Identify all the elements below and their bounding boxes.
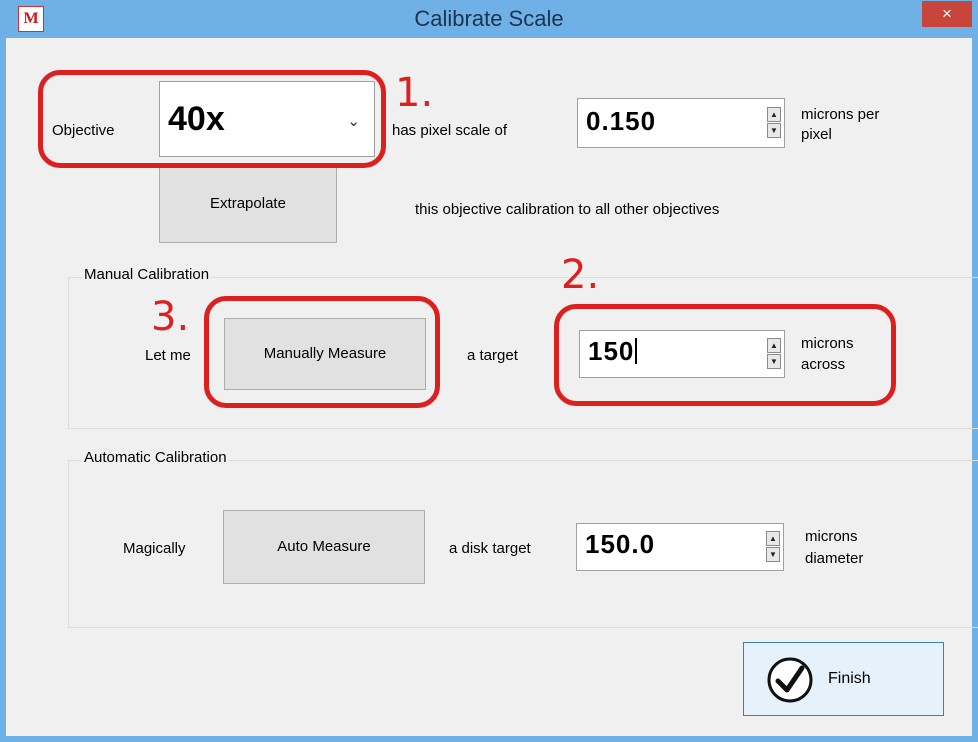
annotation-box-microns xyxy=(554,304,896,406)
annotation-number-3: 3. xyxy=(151,294,190,340)
manual-calibration-title: Manual Calibration xyxy=(82,266,212,283)
annotation-number-2: 2. xyxy=(561,252,600,298)
pixel-scale-value: 0.150 xyxy=(586,106,657,136)
automatic-prefix-label: Magically xyxy=(123,540,186,557)
finish-label: Finish xyxy=(828,670,871,687)
pixel-scale-label: has pixel scale of xyxy=(392,122,508,139)
automatic-unit-line1: microns xyxy=(805,528,858,545)
automatic-unit-line2: diameter xyxy=(805,550,864,567)
extrapolate-description: this objective calibration to all other … xyxy=(415,201,720,218)
automatic-microns-input[interactable]: 150.0 ▲ ▼ xyxy=(576,523,784,571)
pixel-scale-unit-line1: microns per xyxy=(801,106,880,123)
spin-down-icon[interactable]: ▼ xyxy=(767,123,781,138)
checkmark-icon xyxy=(767,657,813,703)
pixel-scale-unit-line2: pixel xyxy=(801,126,832,143)
annotation-box-manual-measure xyxy=(204,296,440,408)
title-bar[interactable]: M Calibrate Scale × xyxy=(0,0,978,38)
finish-button[interactable]: Finish xyxy=(743,642,944,716)
pixel-scale-input[interactable]: 0.150 ▲ ▼ xyxy=(577,98,785,148)
dialog-body: Objective 40x ⌄ has pixel scale of 0.150… xyxy=(6,38,978,736)
dialog-window: M Calibrate Scale × Objective 40x ⌄ has … xyxy=(0,0,978,742)
auto-measure-button[interactable]: Auto Measure xyxy=(223,510,425,584)
extrapolate-button[interactable]: Extrapolate xyxy=(159,165,337,243)
annotation-box-objective xyxy=(38,70,386,168)
manual-prefix-label: Let me xyxy=(145,347,191,364)
automatic-microns-value: 150.0 xyxy=(585,529,656,559)
automatic-calibration-title: Automatic Calibration xyxy=(82,449,229,466)
close-button[interactable]: × xyxy=(922,1,972,27)
spin-down-icon[interactable]: ▼ xyxy=(766,547,780,562)
spin-up-icon[interactable]: ▲ xyxy=(767,107,781,122)
spin-up-icon[interactable]: ▲ xyxy=(766,531,780,546)
annotation-number-1: 1. xyxy=(395,70,434,116)
automatic-middle-label: a disk target xyxy=(449,540,531,557)
window-title: Calibrate Scale xyxy=(414,6,564,31)
manual-middle-label: a target xyxy=(467,347,518,364)
